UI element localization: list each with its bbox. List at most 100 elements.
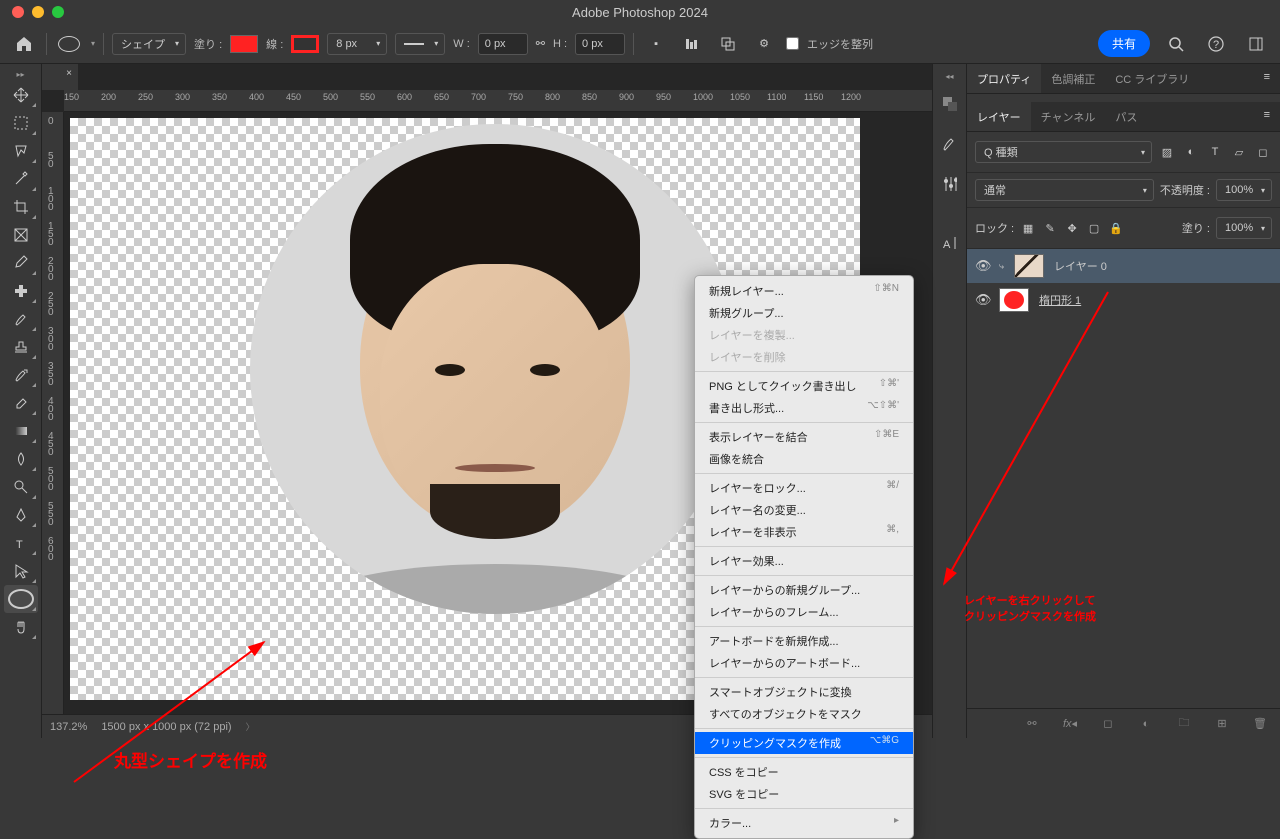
blend-mode-dropdown[interactable]: 通常	[975, 179, 1154, 201]
context-menu-item[interactable]: アートボードを新規作成...	[695, 630, 913, 652]
stroke-width-dropdown[interactable]: 8 px	[327, 33, 387, 55]
adjustment-layer-icon[interactable]: ◐	[1132, 710, 1160, 738]
share-button[interactable]: 共有	[1098, 30, 1150, 57]
layers-tab[interactable]: レイヤー	[967, 102, 1031, 131]
magic-wand-tool[interactable]	[4, 165, 38, 193]
filter-adjust-icon[interactable]: ◐	[1182, 138, 1200, 166]
context-menu-item[interactable]: CSS をコピー	[695, 761, 913, 783]
height-input[interactable]	[575, 33, 625, 55]
context-menu-item[interactable]: 新規レイヤー...⇧⌘N	[695, 280, 913, 302]
context-menu-item[interactable]: レイヤー名の変更...	[695, 499, 913, 521]
context-menu-item[interactable]: レイヤーからのアートボード...	[695, 652, 913, 674]
crop-tool[interactable]	[4, 193, 38, 221]
gradient-tool[interactable]	[4, 417, 38, 445]
stroke-style-dropdown[interactable]	[395, 33, 445, 55]
pen-tool[interactable]	[4, 501, 38, 529]
context-menu-item[interactable]: レイヤーからのフレーム...	[695, 601, 913, 623]
context-menu-item[interactable]: クリッピングマスクを作成⌥⌘G	[695, 732, 913, 754]
document-tab[interactable]: ×	[42, 64, 78, 90]
layer-thumbnail[interactable]	[1014, 254, 1044, 278]
paths-tab[interactable]: パス	[1105, 102, 1147, 131]
adjustments-panel-icon[interactable]	[933, 167, 967, 201]
type-tool[interactable]: T	[4, 529, 38, 557]
arrange-icon[interactable]	[714, 30, 742, 58]
context-menu-item[interactable]: スマートオブジェクトに変換	[695, 681, 913, 703]
opacity-dropdown[interactable]: 100%	[1216, 179, 1272, 201]
context-menu-item[interactable]: レイヤーをロック...⌘/	[695, 477, 913, 499]
context-menu-item[interactable]: 画像を統合	[695, 448, 913, 470]
gear-icon[interactable]: ⚙	[750, 30, 778, 58]
fill-color-swatch[interactable]	[230, 35, 258, 53]
filter-smart-icon[interactable]: ◻	[1254, 138, 1272, 166]
properties-tab[interactable]: プロパティ	[967, 64, 1041, 93]
lock-position-icon[interactable]: ✥	[1064, 214, 1080, 242]
layer-name[interactable]: レイヤー 0	[1054, 258, 1107, 274]
history-brush-tool[interactable]	[4, 361, 38, 389]
visibility-toggle[interactable]: 👁	[975, 292, 989, 308]
workspace-icon[interactable]	[1242, 30, 1270, 58]
zoom-level[interactable]: 137.2%	[50, 721, 87, 733]
adjustments-tab[interactable]: 色調補正	[1041, 64, 1105, 93]
hand-tool[interactable]	[4, 613, 38, 641]
link-layers-icon[interactable]: ⚯	[1018, 710, 1046, 738]
home-button[interactable]	[10, 30, 38, 58]
help-icon[interactable]: ?	[1202, 30, 1230, 58]
delete-layer-icon[interactable]: 🗑	[1246, 710, 1274, 738]
context-menu-item[interactable]: 書き出し形式...⌥⇧⌘'	[695, 397, 913, 419]
context-menu-item[interactable]: 表示レイヤーを結合⇧⌘E	[695, 426, 913, 448]
mask-icon[interactable]: ◻	[1094, 710, 1122, 738]
layer-filter-dropdown[interactable]: Q 種類	[975, 141, 1152, 163]
context-menu-item[interactable]: SVG をコピー	[695, 783, 913, 805]
brush-tool[interactable]	[4, 305, 38, 333]
visibility-toggle[interactable]: 👁	[975, 258, 989, 274]
fill-dropdown[interactable]: 100%	[1216, 217, 1272, 239]
edge-align-checkbox[interactable]	[786, 37, 799, 50]
panel-menu-icon[interactable]: ≡	[1254, 102, 1280, 131]
layer-thumbnail[interactable]	[999, 288, 1029, 312]
character-panel-icon[interactable]: A	[933, 225, 967, 259]
layer-name[interactable]: 楕円形 1	[1039, 292, 1081, 308]
context-menu-item[interactable]: PNG としてクイック書き出し⇧⌘'	[695, 375, 913, 397]
dodge-tool[interactable]	[4, 473, 38, 501]
shape-preview-icon[interactable]	[55, 30, 83, 58]
context-menu-item[interactable]: レイヤーを非表示⌘,	[695, 521, 913, 543]
lock-brush-icon[interactable]: ✎	[1042, 214, 1058, 242]
swatches-panel-icon[interactable]	[933, 127, 967, 161]
layer-row-1[interactable]: 👁 楕円形 1	[967, 283, 1280, 317]
lock-all-icon[interactable]: 🔒	[1108, 214, 1124, 242]
shape-mode-dropdown[interactable]: シェイプ	[112, 33, 186, 55]
context-menu-item[interactable]: 新規グループ...	[695, 302, 913, 324]
ellipse-tool[interactable]	[4, 585, 38, 613]
new-layer-icon[interactable]: ⊞	[1208, 710, 1236, 738]
lock-artboard-icon[interactable]: ▢	[1086, 214, 1102, 242]
frame-tool[interactable]	[4, 221, 38, 249]
eraser-tool[interactable]	[4, 389, 38, 417]
channels-tab[interactable]: チャンネル	[1031, 102, 1106, 131]
lasso-tool[interactable]	[4, 137, 38, 165]
filter-type-icon[interactable]: T	[1206, 138, 1224, 166]
layer-row-0[interactable]: 👁 ⤷ レイヤー 0	[967, 249, 1280, 283]
fx-icon[interactable]: fx◂	[1056, 710, 1084, 738]
cc-libraries-tab[interactable]: CC ライブラリ	[1105, 64, 1199, 93]
stamp-tool[interactable]	[4, 333, 38, 361]
move-tool[interactable]	[4, 81, 38, 109]
path-select-tool[interactable]	[4, 557, 38, 585]
context-menu-item[interactable]: カラー...▸	[695, 812, 913, 834]
path-ops-icon[interactable]: ▪	[642, 30, 670, 58]
marquee-tool[interactable]	[4, 109, 38, 137]
align-icon[interactable]	[678, 30, 706, 58]
context-menu-item[interactable]: レイヤーからの新規グループ...	[695, 579, 913, 601]
filter-image-icon[interactable]: ▨	[1158, 138, 1176, 166]
group-icon[interactable]: 🗀	[1170, 710, 1198, 738]
context-menu-item[interactable]: レイヤー効果...	[695, 550, 913, 572]
width-input[interactable]	[478, 33, 528, 55]
link-icon[interactable]: ⚯	[536, 37, 545, 50]
lock-transparent-icon[interactable]: ▦	[1020, 214, 1036, 242]
panel-menu-icon[interactable]: ≡	[1254, 64, 1280, 93]
stroke-color-swatch[interactable]	[291, 35, 319, 53]
eyedropper-tool[interactable]	[4, 249, 38, 277]
filter-shape-icon[interactable]: ▱	[1230, 138, 1248, 166]
color-panel-icon[interactable]	[933, 87, 967, 121]
search-icon[interactable]	[1162, 30, 1190, 58]
healing-tool[interactable]	[4, 277, 38, 305]
